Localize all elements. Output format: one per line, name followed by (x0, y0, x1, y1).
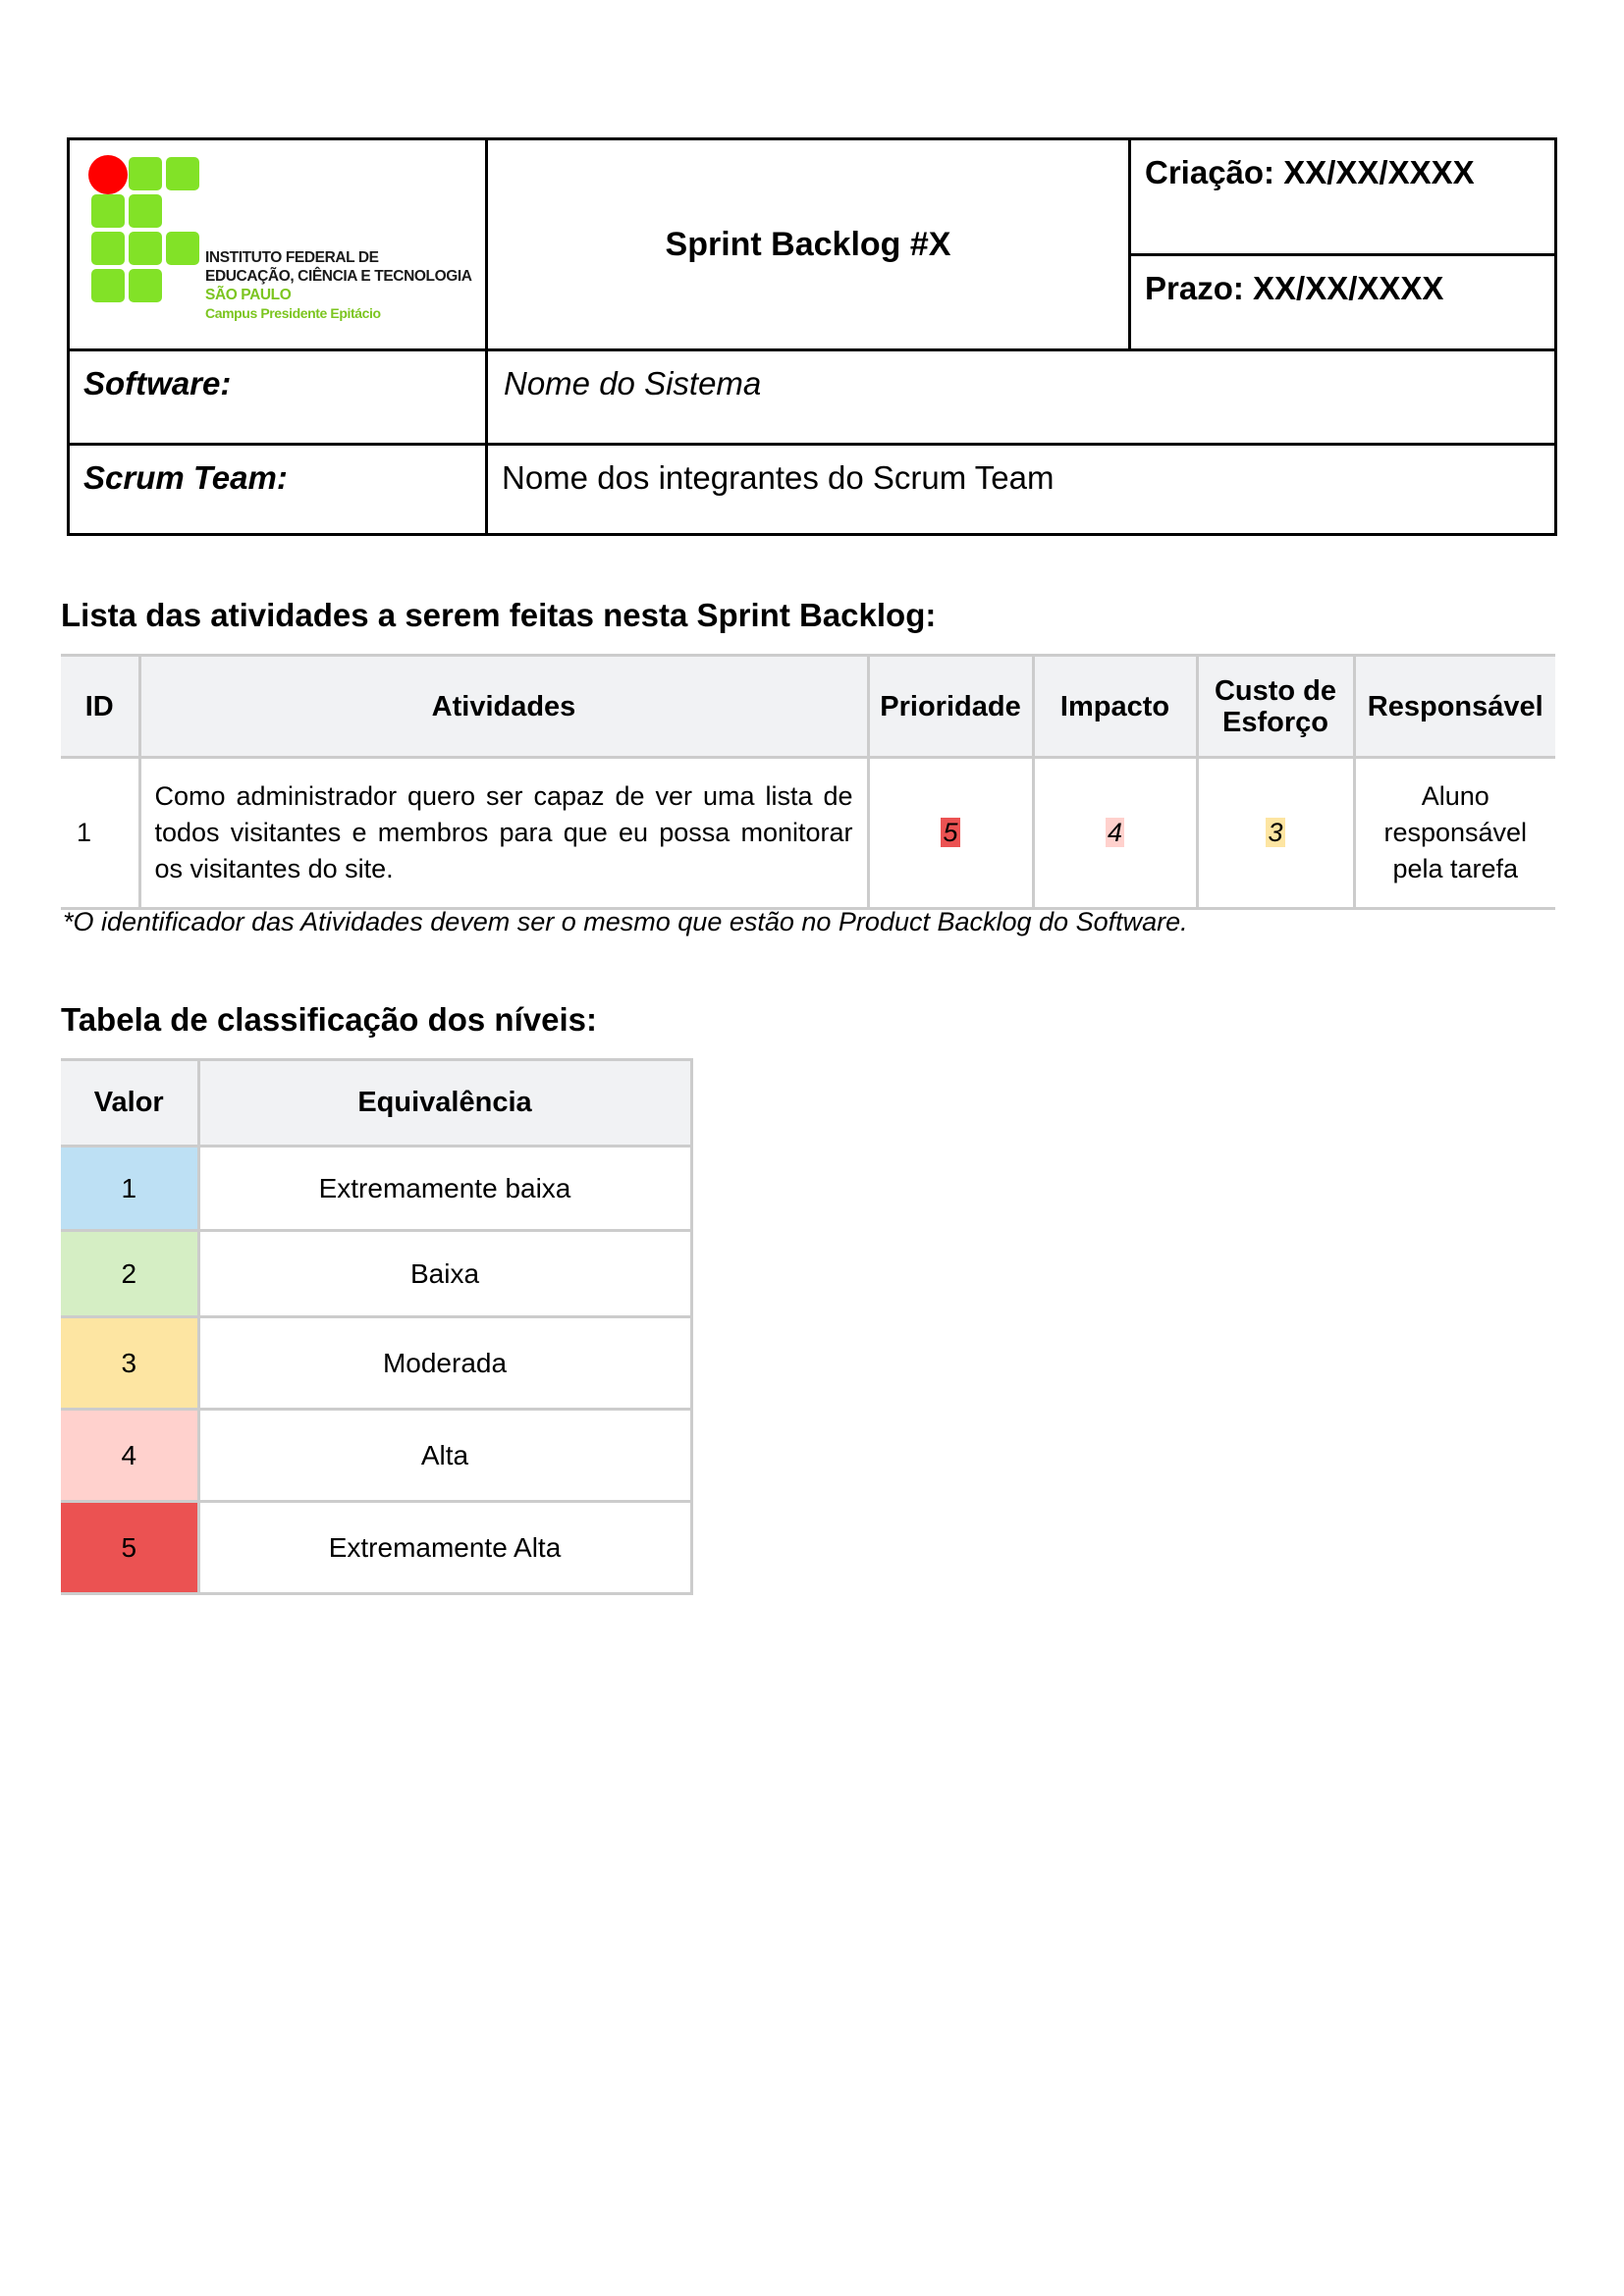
level-equivalence: Extremamente baixa (196, 1145, 693, 1232)
level-value: 3 (61, 1315, 200, 1411)
institution-name: INSTITUTO FEDERAL DE EDUCAÇÃO, CIÊNCIA E… (205, 249, 472, 321)
levels-table: Valor Equivalência 1 Extremamente baixa … (61, 1058, 693, 1595)
column-header-impacto: Impacto (1031, 654, 1199, 759)
level-value: 4 (61, 1408, 200, 1503)
level-equivalence: Extremamente Alta (196, 1500, 693, 1595)
column-header-custo: Custo de Esforço (1195, 654, 1356, 759)
activity-id: 1 (61, 756, 141, 910)
logo-cell: INSTITUTO FEDERAL DE EDUCAÇÃO, CIÊNCIA E… (70, 140, 488, 351)
document-title: Sprint Backlog #X (488, 140, 1131, 351)
table-row: 3 Moderada (61, 1315, 693, 1411)
table-row: 4 Alta (61, 1408, 693, 1503)
activities-table: ID Atividades Prioridade Impacto Custo d… (61, 654, 1555, 910)
level-equivalence: Baixa (196, 1229, 693, 1318)
level-value: 1 (61, 1145, 200, 1232)
column-header-prioridade: Prioridade (866, 654, 1035, 759)
institution-logo: INSTITUTO FEDERAL DE EDUCAÇÃO, CIÊNCIA E… (88, 155, 482, 333)
scrum-team-value: Nome dos integrantes do Scrum Team (502, 459, 1055, 496)
activity-responsible: Aluno responsável pela tarefa (1352, 756, 1555, 910)
column-header-responsavel: Responsável (1352, 654, 1555, 759)
creation-date: Criação: XX/XX/XXXX (1131, 140, 1554, 256)
activity-effort: 3 (1195, 756, 1356, 910)
level-equivalence: Moderada (196, 1315, 693, 1411)
level-value: 2 (61, 1229, 200, 1318)
table-row: 1 Como administrador quero ser capaz de … (61, 756, 1555, 910)
software-value: Nome do Sistema (488, 351, 1554, 446)
table-row: 1 Extremamente baixa (61, 1145, 693, 1232)
table-header-row: ID Atividades Prioridade Impacto Custo d… (61, 654, 1555, 759)
column-header-id: ID (61, 654, 141, 759)
activity-description: Como administrador quero ser capaz de ve… (137, 756, 870, 910)
scrum-team-label: Scrum Team: (70, 446, 488, 533)
column-header-equivalencia: Equivalência (196, 1058, 693, 1148)
activities-section-title: Lista das atividades a serem feitas nest… (61, 597, 937, 633)
levels-section-title: Tabela de classificação dos níveis: (61, 1001, 597, 1038)
table-header-row: Valor Equivalência (61, 1058, 693, 1148)
level-value: 5 (61, 1500, 200, 1595)
software-label: Software: (70, 351, 488, 446)
activities-footnote: *O identificador das Atividades devem se… (63, 907, 1188, 936)
document-header-table: INSTITUTO FEDERAL DE EDUCAÇÃO, CIÊNCIA E… (67, 137, 1557, 536)
deadline-date: Prazo: XX/XX/XXXX (1131, 256, 1554, 351)
column-header-atividades: Atividades (137, 654, 870, 759)
table-row: 5 Extremamente Alta (61, 1500, 693, 1595)
column-header-valor: Valor (61, 1058, 200, 1148)
activity-priority: 5 (866, 756, 1035, 910)
level-equivalence: Alta (196, 1408, 693, 1503)
table-row: 2 Baixa (61, 1229, 693, 1318)
activity-impact: 4 (1031, 756, 1199, 910)
